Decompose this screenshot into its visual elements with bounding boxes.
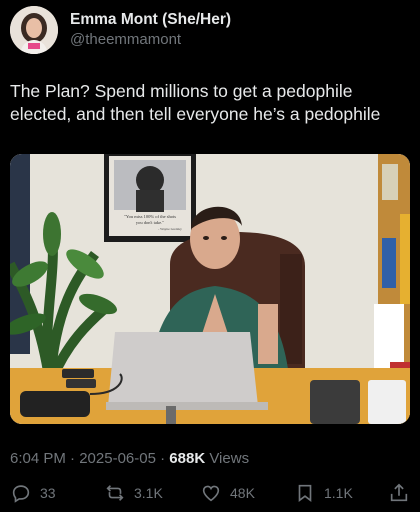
poster: "You miss 100% of the shots you don't ta…	[104, 154, 196, 242]
tweet-header: Emma Mont (She/Her) @theemmamont	[10, 6, 231, 54]
tweet-text: The Plan? Spend millions to get a pedoph…	[10, 81, 381, 124]
laptop	[106, 332, 268, 410]
tweet-meta: 6:04 PM · 2025-06-05 · 688K Views	[10, 450, 249, 467]
reply-icon	[12, 485, 30, 503]
tweet-media-image[interactable]: "You miss 100% of the shots you don't ta…	[10, 154, 410, 424]
like-icon	[202, 485, 220, 502]
display-name[interactable]: Emma Mont (She/Her)	[70, 10, 231, 30]
share-button[interactable]	[388, 482, 410, 504]
poster-quote-attribution: - Wayne Gretzky	[158, 227, 182, 231]
reply-count: 33	[40, 485, 56, 501]
meta-separator-2: ·	[155, 450, 170, 467]
action-bar: 33 3.1K 48K 1.1K	[0, 482, 420, 508]
meta-separator: ·	[65, 450, 80, 467]
avatar[interactable]	[10, 6, 58, 54]
bookmark-count: 1.1K	[324, 485, 353, 501]
reply-button[interactable]: 33	[10, 482, 56, 504]
poster-quote-line-1: "You miss 100% of the shots	[124, 214, 176, 219]
like-count: 48K	[230, 485, 255, 501]
views-count: 688K	[169, 450, 206, 467]
bookmark-button[interactable]: 1.1K	[294, 482, 353, 504]
like-button[interactable]: 48K	[200, 482, 255, 504]
bookmark-icon	[298, 484, 312, 502]
repost-icon	[106, 485, 124, 501]
repost-count: 3.1K	[134, 485, 163, 501]
views-label: Views	[205, 450, 250, 467]
repost-button[interactable]: 3.1K	[104, 482, 163, 504]
user-handle[interactable]: @theemmamont	[70, 30, 231, 50]
tweet-time[interactable]: 6:04 PM	[10, 450, 66, 467]
tweet-date[interactable]: 2025-06-05	[79, 450, 156, 467]
share-icon	[390, 483, 408, 502]
poster-quote-line-2: you don't take."	[136, 220, 164, 225]
